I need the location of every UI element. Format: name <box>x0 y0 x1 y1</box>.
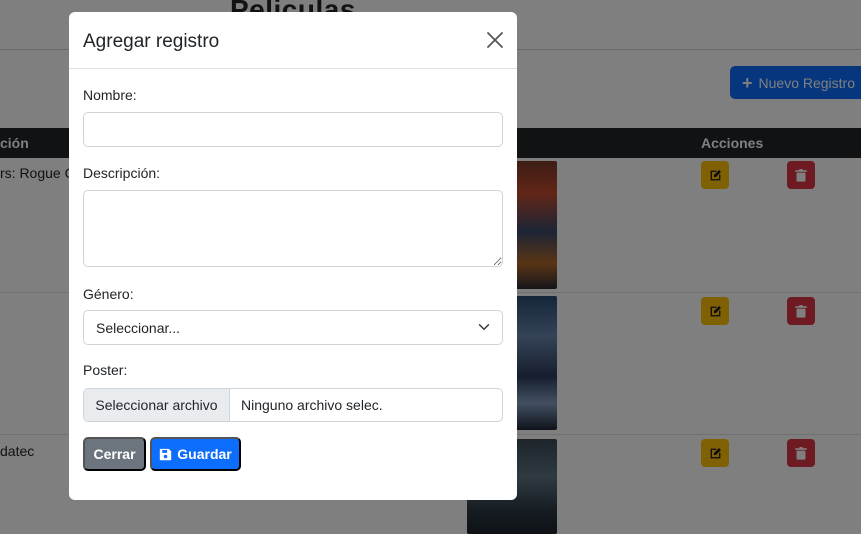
chevron-down-icon <box>478 324 490 330</box>
modal-header: Agregar registro <box>69 12 517 69</box>
close-icon <box>487 32 503 48</box>
guardar-button[interactable]: Guardar <box>150 437 241 471</box>
genero-select[interactable]: Seleccionar... <box>83 310 503 345</box>
descripcion-textarea[interactable] <box>83 190 503 267</box>
file-name-text: Ninguno archivo selec. <box>241 397 383 413</box>
poster-file-input[interactable]: Seleccionar archivo Ninguno archivo sele… <box>83 388 503 422</box>
guardar-label: Guardar <box>177 446 232 462</box>
poster-label: Poster: <box>83 362 128 378</box>
add-record-modal: Agregar registro Nombre: Descripción: Gé… <box>69 12 517 500</box>
choose-file-button[interactable]: Seleccionar archivo <box>84 389 230 421</box>
nombre-label: Nombre: <box>83 87 137 103</box>
save-icon <box>160 448 172 460</box>
modal-title: Agregar registro <box>83 31 220 52</box>
descripcion-label: Descripción: <box>83 165 161 181</box>
genero-label: Género: <box>83 286 134 302</box>
close-button[interactable] <box>484 29 506 51</box>
cerrar-button[interactable]: Cerrar <box>83 437 146 471</box>
nombre-input[interactable] <box>83 112 503 147</box>
genero-selected-value: Seleccionar... <box>96 319 181 336</box>
